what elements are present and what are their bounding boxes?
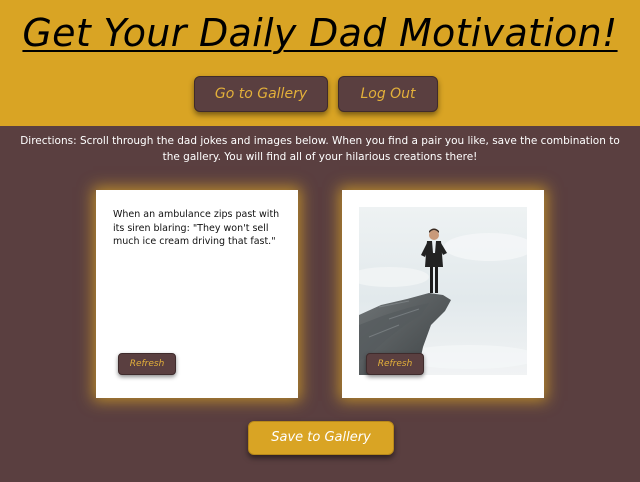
refresh-joke-button[interactable]: Refresh bbox=[118, 353, 176, 375]
image-card: Refresh bbox=[342, 190, 544, 398]
log-out-button[interactable]: Log Out bbox=[338, 76, 438, 112]
page-title: Get Your Daily Dad Motivation! bbox=[22, 11, 618, 55]
joke-card: When an ambulance zips past with its sir… bbox=[96, 190, 298, 398]
header: Get Your Daily Dad Motivation! Go to Gal… bbox=[0, 0, 640, 126]
save-to-gallery-button[interactable]: Save to Gallery bbox=[248, 421, 394, 455]
businessman-on-cliff-photo bbox=[359, 207, 527, 375]
go-to-gallery-button[interactable]: Go to Gallery bbox=[194, 76, 328, 112]
directions-text: Directions: Scroll through the dad jokes… bbox=[20, 135, 620, 163]
joke-text: When an ambulance zips past with its sir… bbox=[113, 209, 280, 247]
refresh-image-button[interactable]: Refresh bbox=[366, 353, 424, 375]
